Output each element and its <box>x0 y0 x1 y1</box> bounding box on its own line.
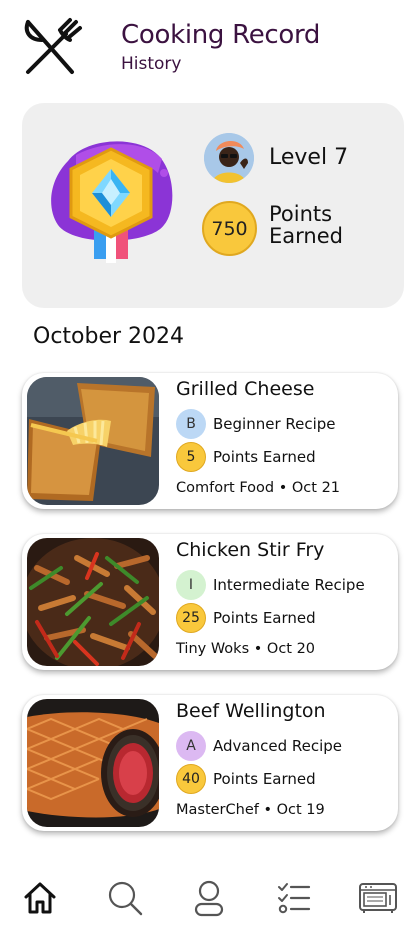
recipe-meta: Comfort Food • Oct 21 <box>176 480 341 496</box>
user-level: Level 7 <box>269 145 349 170</box>
page-title: Cooking Record <box>121 20 321 50</box>
stats-card: Level 7 750 Points Earned <box>22 103 404 308</box>
recipe-name: Beef Wellington <box>176 700 326 722</box>
difficulty-badge: A <box>176 731 206 761</box>
recipe-name: Chicken Stir Fry <box>176 539 325 561</box>
points-badge: 5 <box>176 442 206 472</box>
grilled-cheese-photo <box>27 377 159 505</box>
fork-knife-crossed-icon <box>20 16 84 80</box>
month-heading: October 2024 <box>33 324 185 349</box>
points-badge: 25 <box>176 603 206 633</box>
search-icon[interactable] <box>105 878 145 918</box>
chicken-stir-fry-photo <box>27 538 159 666</box>
points-label: Points Earned <box>213 448 316 466</box>
diamond-medal-badge-icon <box>46 133 176 268</box>
home-icon[interactable] <box>20 878 60 918</box>
points-value: 5 <box>186 449 196 465</box>
points-label: Points Earned <box>213 770 316 788</box>
points-value: 40 <box>182 771 200 787</box>
difficulty-letter: I <box>188 577 194 593</box>
difficulty-label: Intermediate Recipe <box>213 576 365 594</box>
recipe-card[interactable]: Grilled Cheese B Beginner Recipe 5 Point… <box>22 373 398 509</box>
difficulty-label: Advanced Recipe <box>213 737 343 755</box>
checklist-icon[interactable] <box>274 878 314 918</box>
bottom-nav <box>0 870 417 931</box>
difficulty-badge: B <box>176 409 206 439</box>
points-label: Points Earned <box>213 609 316 627</box>
recipe-meta: Tiny Woks • Oct 20 <box>176 641 316 657</box>
total-points-value: 750 <box>211 217 248 240</box>
difficulty-letter: B <box>186 416 196 432</box>
avatar[interactable] <box>204 133 254 183</box>
points-badge: 40 <box>176 764 206 794</box>
app-header: Cooking Record History <box>0 0 417 90</box>
recipe-meta: MasterChef • Oct 19 <box>176 802 325 818</box>
difficulty-badge: I <box>176 570 206 600</box>
profile-icon[interactable] <box>189 878 229 918</box>
recipe-card[interactable]: Chicken Stir Fry I Intermediate Recipe 2… <box>22 534 398 670</box>
total-points-label: Points Earned <box>269 202 343 248</box>
recipe-name: Grilled Cheese <box>176 378 315 400</box>
beef-wellington-photo <box>27 699 159 827</box>
difficulty-label: Beginner Recipe <box>213 415 336 433</box>
difficulty-letter: A <box>186 738 196 754</box>
oven-icon[interactable] <box>358 878 398 918</box>
recipe-card[interactable]: Beef Wellington A Advanced Recipe 40 Poi… <box>22 695 398 831</box>
total-points-badge: 750 <box>202 201 257 256</box>
points-value: 25 <box>182 610 200 626</box>
page-subtitle: History <box>121 54 182 74</box>
